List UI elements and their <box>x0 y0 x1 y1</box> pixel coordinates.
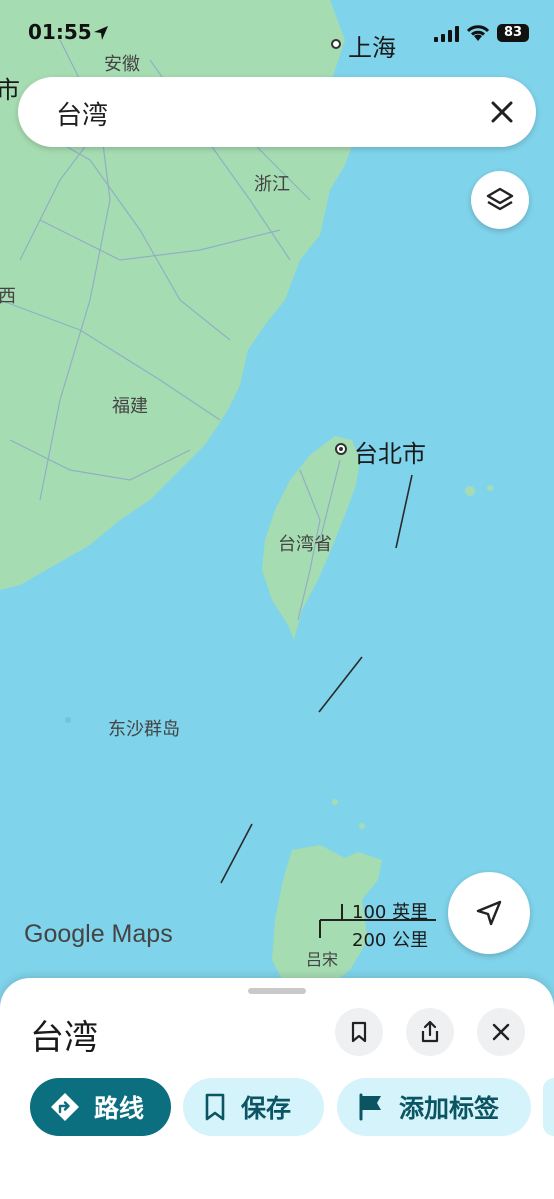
sheet-drag-handle[interactable] <box>248 988 306 994</box>
clear-search-close-icon[interactable] <box>488 98 516 126</box>
close-icon <box>492 1023 510 1041</box>
close-sheet-button[interactable] <box>477 1008 525 1056</box>
share-button[interactable] <box>406 1008 454 1056</box>
save-label: 保存 <box>241 1094 292 1123</box>
save-place-button[interactable] <box>335 1008 383 1056</box>
layers-button[interactable] <box>471 171 529 229</box>
cellular-signal-icon <box>434 26 459 42</box>
navigation-arrow-icon <box>476 900 502 926</box>
place-bottom-sheet[interactable]: 台湾 路线 保存 添加标签 <box>0 978 554 1199</box>
status-time: 01:55 <box>28 20 92 44</box>
label-dongsha[interactable]: 东沙群岛 <box>108 715 180 741</box>
label-edge-west: 西 <box>0 286 16 307</box>
scale-imperial: 100 英里 <box>352 902 429 923</box>
add-label-chip[interactable]: 添加标签 <box>337 1078 531 1136</box>
search-query[interactable]: 台湾 <box>56 95 108 132</box>
label-zhejiang[interactable]: 浙江 <box>254 170 290 196</box>
battery-icon: 83 <box>497 24 529 42</box>
directions-button[interactable]: 路线 <box>30 1078 171 1136</box>
place-title: 台湾 <box>30 1018 98 1058</box>
more-actions-chip-partial[interactable] <box>543 1078 554 1136</box>
location-arrow-icon <box>94 26 108 40</box>
search-bar[interactable]: 台湾 <box>18 77 536 147</box>
my-location-button[interactable] <box>448 872 530 954</box>
status-bar: 01:55 83 <box>0 0 554 66</box>
map-scale: 100 英里 200 公里 <box>318 896 438 956</box>
label-fujian[interactable]: 福建 <box>112 392 148 418</box>
directions-label: 路线 <box>94 1094 145 1123</box>
label-taiwan-province[interactable]: 台湾省 <box>278 530 332 556</box>
flag-icon <box>359 1093 381 1121</box>
label-taipei[interactable]: 台北市 <box>354 434 426 469</box>
label-edge-city: 市 <box>0 76 20 104</box>
add-label-text: 添加标签 <box>399 1094 500 1123</box>
wifi-icon <box>466 25 490 41</box>
scale-metric: 200 公里 <box>352 930 429 951</box>
bookmark-icon <box>205 1093 225 1121</box>
layers-icon <box>486 187 514 211</box>
google-maps-logo: Google Maps <box>24 920 173 948</box>
share-icon <box>421 1020 439 1043</box>
bookmark-icon <box>351 1021 367 1043</box>
directions-icon <box>51 1093 79 1121</box>
save-chip[interactable]: 保存 <box>183 1078 324 1136</box>
